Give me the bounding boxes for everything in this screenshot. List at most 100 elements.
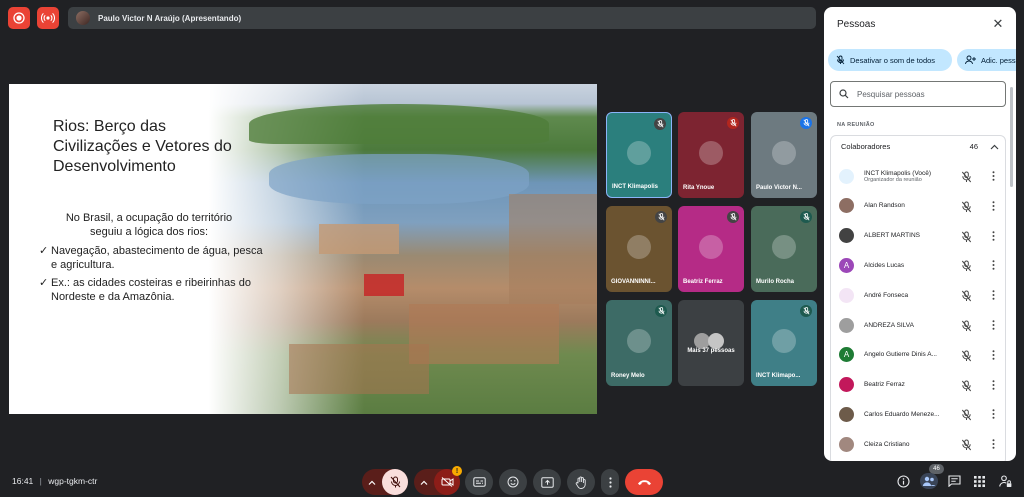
raise-hand-button[interactable] bbox=[567, 469, 595, 495]
mic-off-indicator bbox=[800, 305, 812, 317]
presenter-banner[interactable]: Paulo Victor N Araújo (Apresentando) bbox=[68, 7, 816, 29]
mute-participant-button[interactable] bbox=[961, 408, 973, 421]
recording-button[interactable] bbox=[8, 7, 30, 29]
participant-more-button[interactable] bbox=[988, 437, 998, 451]
participant-more-button[interactable] bbox=[988, 348, 998, 362]
mute-participant-button[interactable] bbox=[961, 349, 973, 362]
avatar bbox=[839, 198, 854, 214]
participant-tile[interactable]: Rita Ynoue bbox=[678, 112, 744, 198]
more-vert-icon bbox=[992, 171, 994, 181]
add-person-icon bbox=[965, 55, 976, 65]
participant-list-item[interactable]: Carlos Eduardo Meneze... bbox=[839, 404, 1003, 424]
participant-tile[interactable]: Beatriz Ferraz bbox=[678, 206, 744, 292]
participant-more-button[interactable] bbox=[988, 199, 998, 213]
mute-participant-button[interactable] bbox=[961, 379, 973, 391]
camera-options-button[interactable] bbox=[414, 480, 434, 485]
mute-participant-button[interactable] bbox=[961, 319, 973, 332]
panel-scrollbar[interactable] bbox=[1010, 87, 1013, 187]
participant-list-name: ANDREZA SILVA bbox=[864, 322, 948, 329]
participant-list-item[interactable]: ANDREZA SILVA bbox=[839, 315, 1003, 335]
collaborators-header[interactable]: Colaboradores 46 bbox=[841, 142, 999, 151]
emoji-icon bbox=[507, 476, 519, 488]
participant-list-item[interactable]: A Alcides Lucas bbox=[839, 255, 1003, 275]
captions-button[interactable] bbox=[465, 469, 493, 495]
mic-off-icon bbox=[836, 55, 845, 65]
mute-participant-button[interactable] bbox=[961, 170, 973, 183]
participant-list-item[interactable]: Alan Randson bbox=[839, 196, 1003, 216]
participant-list-item[interactable]: Beatriz Ferraz bbox=[839, 375, 1003, 395]
participant-name-text: Alcides Lucas bbox=[864, 261, 905, 269]
participant-name-text: Cleiza Cristiano bbox=[864, 440, 910, 448]
chevron-up-icon bbox=[990, 144, 999, 149]
participant-name: Beatriz Ferraz bbox=[683, 279, 723, 285]
participant-tile[interactable]: Murilo Rocha bbox=[751, 206, 817, 292]
participant-tile[interactable]: INCT Klimapolis bbox=[606, 112, 672, 198]
presenter-avatar bbox=[76, 11, 90, 25]
activities-button[interactable] bbox=[971, 473, 987, 489]
mute-participant-button[interactable] bbox=[961, 200, 973, 213]
avatar bbox=[839, 406, 854, 422]
leave-call-button[interactable] bbox=[625, 469, 663, 495]
participant-list-item[interactable]: A Angelo Gutierre Dinis A... bbox=[839, 345, 1003, 365]
participant-more-button[interactable] bbox=[988, 378, 998, 392]
add-people-button[interactable]: Adic. pess bbox=[957, 49, 1016, 71]
participant-list-item[interactable]: ALBERT MARTINS bbox=[839, 226, 1003, 246]
mic-toggle-button[interactable] bbox=[382, 469, 408, 495]
participant-avatar bbox=[772, 329, 796, 353]
participant-list-item[interactable]: Cleiza Cristiano bbox=[839, 434, 1003, 454]
participant-list-name: ALBERT MARTINS bbox=[864, 232, 948, 239]
mic-off-icon bbox=[802, 119, 810, 127]
participant-more-button[interactable] bbox=[988, 407, 998, 421]
chat-button[interactable] bbox=[946, 473, 962, 489]
close-panel-button[interactable]: ✕ bbox=[990, 16, 1006, 32]
meeting-details-button[interactable] bbox=[895, 473, 911, 489]
participant-avatar bbox=[627, 141, 651, 165]
live-stream-button[interactable] bbox=[37, 7, 59, 29]
warning-badge: ! bbox=[452, 466, 462, 476]
search-box[interactable] bbox=[830, 81, 1006, 107]
people-button[interactable] bbox=[920, 473, 938, 489]
participant-name-text: Alan Randson bbox=[864, 202, 905, 210]
mute-participant-button[interactable] bbox=[961, 259, 973, 272]
hang-up-icon bbox=[637, 479, 651, 485]
search-input[interactable] bbox=[857, 89, 997, 99]
mute-participant-button[interactable] bbox=[961, 438, 973, 451]
participant-more-button[interactable] bbox=[988, 229, 998, 243]
mute-all-button[interactable]: Desativar o som de todos bbox=[828, 49, 952, 71]
mute-participant-button[interactable] bbox=[961, 230, 973, 242]
participant-tile[interactable]: Mais 37 pessoas bbox=[678, 300, 744, 386]
participant-more-button[interactable] bbox=[988, 169, 998, 183]
camera-toggle-button[interactable]: ! bbox=[434, 466, 462, 495]
participant-name: GIOVANNINNI... bbox=[611, 279, 656, 285]
present-button[interactable] bbox=[533, 469, 561, 495]
participant-name-text: André Fonseca bbox=[864, 291, 909, 299]
more-options-button[interactable] bbox=[601, 469, 619, 495]
participant-role: Organizador da reunião bbox=[864, 176, 922, 183]
mute-participant-button[interactable] bbox=[961, 289, 973, 302]
participant-tile[interactable]: Roney Melo bbox=[606, 300, 672, 386]
host-controls-button[interactable] bbox=[997, 473, 1013, 489]
participant-more-button[interactable] bbox=[988, 288, 998, 302]
participant-tile[interactable]: INCT Klimapo... bbox=[751, 300, 817, 386]
participant-list-item[interactable]: André Fonseca bbox=[839, 285, 1003, 305]
participant-tile[interactable]: Paulo Victor N... bbox=[751, 112, 817, 198]
participant-avatar bbox=[772, 235, 796, 259]
presentation-slide[interactable]: Rios: Berço das Civilizações e Vetores d… bbox=[9, 84, 597, 414]
lock-person-icon bbox=[998, 474, 1011, 487]
mic-off-icon bbox=[961, 260, 972, 272]
reactions-button[interactable] bbox=[499, 469, 527, 495]
mic-options-button[interactable] bbox=[362, 480, 382, 485]
mic-off-icon bbox=[657, 307, 665, 315]
participant-name-text: ALBERT MARTINS bbox=[864, 232, 920, 240]
mic-off-icon bbox=[961, 320, 972, 332]
participant-tile[interactable]: GIOVANNINNI... bbox=[606, 206, 672, 292]
participant-more-button[interactable] bbox=[988, 258, 998, 272]
slide-text-area: Rios: Berço das Civilizações e Vetores d… bbox=[9, 84, 269, 414]
chevron-up-icon bbox=[420, 480, 428, 485]
participant-more-button[interactable] bbox=[988, 318, 998, 332]
participant-list-item[interactable]: INCT Klimapolis (Você) Organizador da reu… bbox=[839, 166, 1003, 186]
hand-icon bbox=[575, 475, 586, 489]
participant-list-name: Angelo Gutierre Dinis A... bbox=[864, 351, 948, 358]
collaborators-group: Colaboradores 46 INCT Klimapolis (Você) O… bbox=[830, 135, 1006, 461]
add-people-label: Adic. pess bbox=[981, 55, 1016, 65]
